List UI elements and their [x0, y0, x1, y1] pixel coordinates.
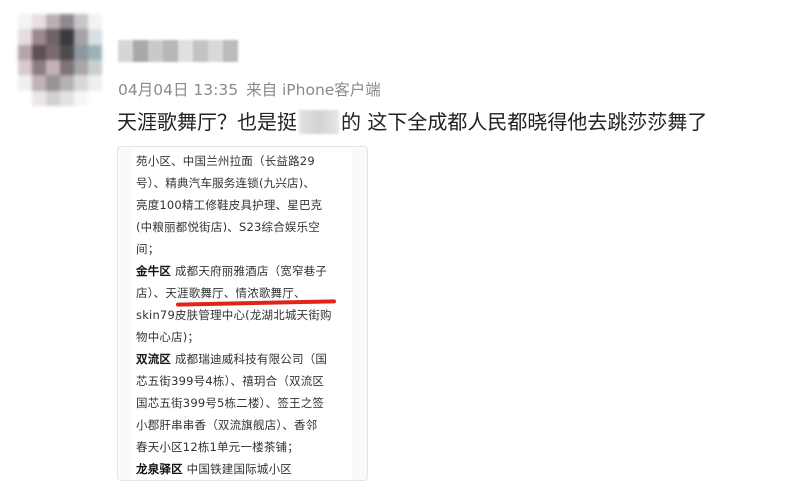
doc-line-text: 中国铁建国际城小区 — [182, 462, 292, 476]
doc-line: 间； — [136, 242, 160, 256]
doc-line: 号）、精典汽车服务连锁(九兴店)、 — [136, 176, 316, 190]
doc-line: (中粮丽都悦街店)、S23综合娱乐空 — [136, 220, 321, 234]
district-label: 龙泉驿区 — [136, 462, 183, 476]
doc-line: 金牛区 成都天府丽雅酒店（宽窄巷子 — [136, 263, 327, 279]
doc-line: skin79皮肤管理中心(龙湖北城天街购 — [136, 308, 332, 322]
post-time: 13:35 — [193, 81, 239, 99]
doc-line: 春天小区12栋1单元一楼茶铺； — [136, 440, 299, 454]
post-meta: 04月04日 13:35 来自 iPhone客户端 — [118, 78, 381, 100]
doc-line-highlighted: 店）、天涯歌舞厅、情浓歌舞厅、 — [136, 286, 306, 300]
document-screenshot: 苑小区、中国兰州拉面（长益路29 号）、精典汽车服务连锁(九兴店)、 亮度100… — [132, 147, 352, 480]
post-text-part2: 的 这下全成都人民都晓得他去跳莎莎舞了 — [341, 110, 708, 134]
doc-line: 龙泉驿区 中国铁建国际城小区 — [136, 461, 292, 477]
doc-line: 芯五街399号4栋）、禧玥合（双流区 — [136, 374, 325, 388]
avatar[interactable] — [18, 14, 102, 106]
post-date: 04月04日 — [118, 81, 189, 99]
post-text-part1: 天涯歌舞厅？也是挺 — [117, 110, 297, 134]
doc-line-text: 成都瑞迪威科技有限公司（国 — [171, 352, 328, 366]
post-source[interactable]: 来自 iPhone客户端 — [246, 81, 381, 99]
redacted-word — [299, 110, 339, 134]
district-label: 金牛区 — [136, 264, 172, 278]
doc-line: 苑小区、中国兰州拉面（长益路29 — [136, 154, 315, 168]
post-image[interactable]: 苑小区、中国兰州拉面（长益路29 号）、精典汽车服务连锁(九兴店)、 亮度100… — [117, 146, 368, 481]
username-redacted[interactable] — [118, 40, 238, 62]
doc-line-text: 成都天府丽雅酒店（宽窄巷子 — [171, 264, 328, 278]
doc-line: 国芯五街399号5栋二楼）、签王之签 — [136, 396, 325, 410]
doc-line: 小郡肝串串香（双流旗舰店）、香邻 — [136, 418, 318, 432]
district-label: 双流区 — [136, 352, 172, 366]
post-content: 天涯歌舞厅？也是挺 的 这下全成都人民都晓得他去跳莎莎舞了 — [117, 108, 707, 136]
doc-line: 亮度100精工修鞋皮具护理、星巴克 — [136, 198, 323, 212]
weibo-post: 04月04日 13:35 来自 iPhone客户端 天涯歌舞厅？也是挺 的 这下全成… — [0, 0, 812, 492]
doc-line: 双流区 成都瑞迪威科技有限公司（国 — [136, 351, 327, 367]
doc-line: 物中心店)； — [136, 330, 200, 344]
